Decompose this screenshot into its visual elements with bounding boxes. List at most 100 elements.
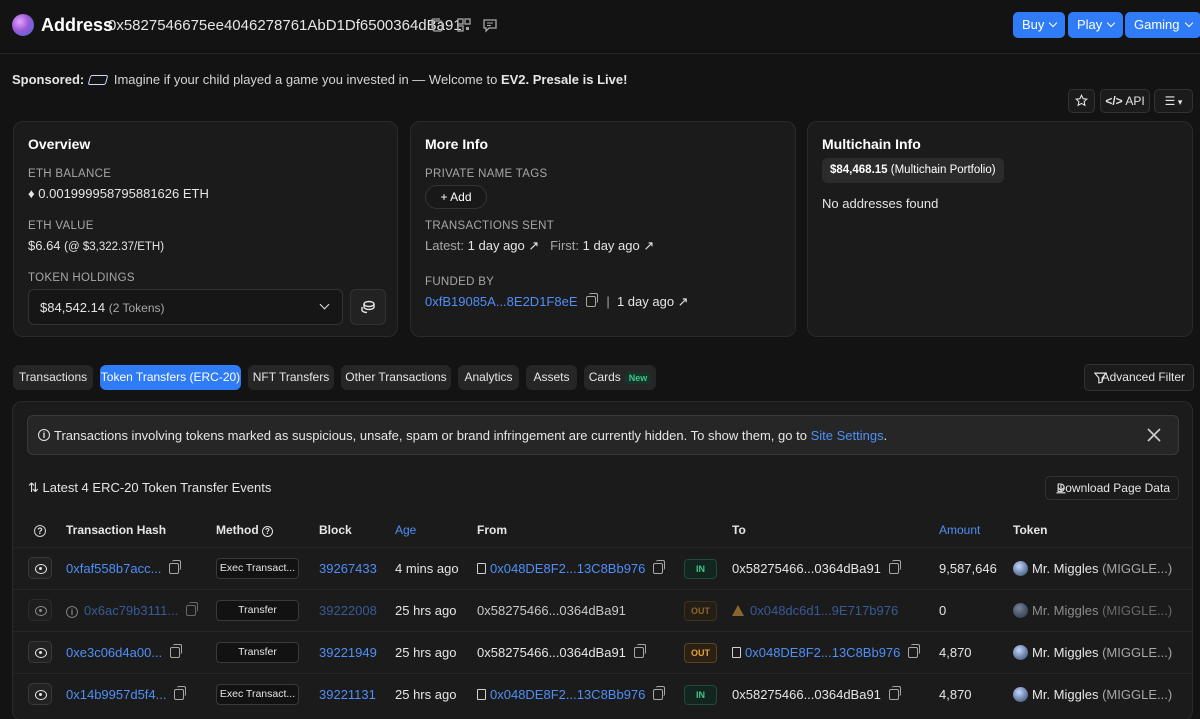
token-cell[interactable]: Mr. Miggles (MIGGLE...) bbox=[1013, 642, 1172, 660]
to-address-link[interactable]: 0x048dc6d1...9E717b976 bbox=[750, 603, 898, 618]
token-holdings-dropdown[interactable]: $84,542.14 (2 Tokens) bbox=[28, 289, 343, 325]
play-button-label: Play bbox=[1077, 17, 1103, 32]
token-logo-icon bbox=[1013, 603, 1028, 618]
token-symbol: (MIGGLE...) bbox=[1102, 561, 1173, 576]
funded-by: 0xfB19085A...8E2D1F8eE | 1 day ago ↗ bbox=[425, 293, 689, 310]
th-to: To bbox=[732, 523, 746, 537]
token-holdings-label: TOKEN HOLDINGS bbox=[28, 272, 135, 284]
token-wallet-button[interactable] bbox=[350, 289, 386, 325]
alert-end: . bbox=[883, 428, 888, 443]
th-age[interactable]: Age bbox=[395, 523, 416, 537]
buy-button[interactable]: Buy bbox=[1013, 12, 1066, 38]
preview-eye-button[interactable] bbox=[28, 641, 52, 663]
tab-other-transactions[interactable]: Other Transactions bbox=[341, 365, 451, 390]
copy-icon[interactable] bbox=[174, 686, 187, 700]
close-icon[interactable] bbox=[1146, 427, 1162, 443]
filter-icon bbox=[1094, 372, 1107, 384]
coins-icon bbox=[361, 300, 375, 314]
token-logo-icon bbox=[1013, 561, 1028, 576]
latest-tx-link[interactable]: 1 day ago ↗ bbox=[468, 238, 540, 253]
advanced-filter-button[interactable]: Advanced Filter bbox=[1084, 364, 1194, 391]
help-icon[interactable]: ? bbox=[34, 523, 46, 537]
from-address-link[interactable]: 0x048DE8F2...13C8Bb976 bbox=[490, 687, 645, 702]
sponsored-text: Imagine if your child played a game you … bbox=[113, 72, 498, 87]
block-link[interactable]: 39267433 bbox=[319, 561, 377, 576]
copy-icon[interactable] bbox=[429, 17, 445, 33]
copy-icon[interactable] bbox=[653, 560, 666, 574]
tx-sent-label: TRANSACTIONS SENT bbox=[425, 220, 555, 232]
tx-hash-link[interactable]: 0x14b9957d5f4... bbox=[66, 687, 166, 702]
to-address-link[interactable]: 0x048DE8F2...13C8Bb976 bbox=[745, 645, 900, 660]
sponsored-cta-link[interactable]: Presale is Live! bbox=[533, 72, 628, 87]
funded-by-address-link[interactable]: 0xfB19085A...8E2D1F8eE bbox=[425, 294, 578, 309]
copy-icon[interactable] bbox=[585, 293, 598, 307]
download-page-data-button[interactable]: Download Page Data bbox=[1045, 476, 1179, 500]
first-tx-link[interactable]: 1 day ago ↗ bbox=[583, 238, 655, 253]
token-cell[interactable]: Mr. Miggles (MIGGLE...) bbox=[1013, 558, 1172, 576]
warning-icon bbox=[732, 605, 744, 616]
tab-transactions[interactable]: Transactions bbox=[13, 365, 93, 390]
download-label: Download Page Data bbox=[1056, 481, 1170, 495]
token-symbol: (MIGGLE...) bbox=[1102, 687, 1173, 702]
from-address-link[interactable]: 0x048DE8F2...13C8Bb976 bbox=[490, 561, 645, 576]
direction-badge: IN bbox=[684, 559, 717, 579]
add-tag-button[interactable]: + Add bbox=[425, 185, 487, 209]
comment-icon[interactable] bbox=[482, 17, 498, 33]
site-settings-link[interactable]: Site Settings bbox=[811, 428, 884, 443]
copy-icon[interactable] bbox=[186, 602, 199, 616]
copy-icon[interactable] bbox=[888, 560, 901, 574]
funded-by-time-link[interactable]: 1 day ago ↗ bbox=[617, 294, 689, 309]
copy-icon[interactable] bbox=[653, 686, 666, 700]
tx-hash-link[interactable]: 0xe3c06d4a00... bbox=[66, 645, 162, 660]
tx-sent-times: Latest: 1 day ago ↗ First: 1 day ago ↗ bbox=[425, 238, 654, 254]
tx-hash-link[interactable]: 0xfaf558b7acc... bbox=[66, 561, 161, 576]
sponsored-label: Sponsored: bbox=[12, 72, 85, 87]
copy-icon[interactable] bbox=[169, 560, 182, 574]
more-info-card: More Info PRIVATE NAME TAGS + Add TRANSA… bbox=[410, 121, 796, 337]
direction-badge: IN bbox=[684, 685, 717, 705]
age-text: 4 mins ago bbox=[395, 561, 459, 576]
tab-assets[interactable]: Assets bbox=[526, 365, 577, 390]
copy-icon[interactable] bbox=[170, 644, 183, 658]
multichain-portfolio-button[interactable]: $84,468.15 (Multichain Portfolio) bbox=[822, 158, 1004, 183]
play-button[interactable]: Play bbox=[1068, 12, 1124, 38]
block-link[interactable]: 39222008 bbox=[319, 603, 377, 618]
tab-nft-transfers[interactable]: NFT Transfers bbox=[248, 365, 334, 390]
copy-icon[interactable] bbox=[908, 644, 921, 658]
overview-card: Overview ETH BALANCE ♦ 0.001999958795881… bbox=[13, 121, 398, 337]
more-options-button[interactable]: ☰ ▾ bbox=[1154, 89, 1193, 113]
preview-eye-button[interactable] bbox=[28, 683, 52, 705]
eth-balance-label: ETH BALANCE bbox=[28, 168, 112, 180]
contract-icon bbox=[477, 689, 486, 700]
api-button-label: API bbox=[1125, 94, 1145, 108]
api-button[interactable]: </> API bbox=[1100, 89, 1150, 113]
block-link[interactable]: 39221131 bbox=[319, 687, 376, 702]
tab-cards[interactable]: Cards New bbox=[584, 365, 656, 390]
sponsor-logo-icon bbox=[87, 75, 109, 85]
portfolio-label: (Multichain Portfolio) bbox=[890, 164, 996, 176]
info-icon: i bbox=[38, 429, 50, 441]
token-name: Mr. Miggles bbox=[1032, 687, 1099, 702]
token-logo-icon bbox=[1013, 687, 1028, 702]
preview-eye-button[interactable] bbox=[28, 599, 52, 621]
age-text: 25 hrs ago bbox=[395, 645, 457, 660]
eth-rate: (@ $3,322.37/ETH) bbox=[64, 241, 165, 253]
tab-token-transfers[interactable]: Token Transfers (ERC-20) bbox=[100, 365, 241, 390]
favorite-button[interactable] bbox=[1068, 89, 1095, 113]
qr-code-icon[interactable] bbox=[456, 17, 472, 33]
token-logo-icon bbox=[1013, 645, 1028, 660]
token-name: Mr. Miggles bbox=[1032, 603, 1099, 618]
preview-eye-button[interactable] bbox=[28, 557, 52, 579]
copy-icon[interactable] bbox=[888, 686, 901, 700]
th-amount[interactable]: Amount bbox=[939, 523, 980, 537]
to-address: 0x58275466...0364dBa91 bbox=[732, 687, 881, 702]
token-cell[interactable]: Mr. Miggles (MIGGLE...) bbox=[1013, 600, 1172, 618]
tab-analytics[interactable]: Analytics bbox=[458, 365, 519, 390]
token-cell[interactable]: Mr. Miggles (MIGGLE...) bbox=[1013, 684, 1172, 702]
gaming-button[interactable]: Gaming bbox=[1125, 12, 1200, 38]
copy-icon[interactable] bbox=[633, 644, 646, 658]
method-info-icon[interactable]: ? bbox=[262, 526, 273, 537]
to-cell: 0x048dc6d1...9E717b976 bbox=[732, 603, 898, 618]
block-link[interactable]: 39221949 bbox=[319, 645, 377, 660]
tx-hash-link[interactable]: 0x6ac79b3111... bbox=[84, 603, 178, 618]
